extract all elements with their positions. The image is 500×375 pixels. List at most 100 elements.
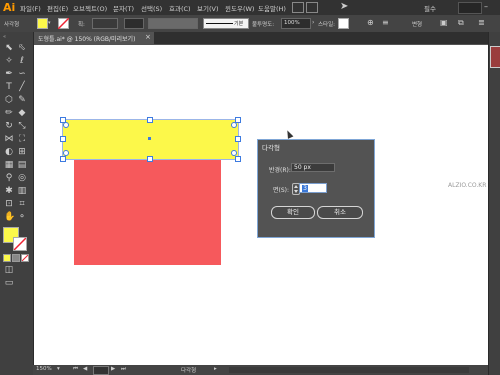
slice-tool-icon[interactable]: ⌗ (17, 199, 27, 209)
stroke-weight-dropdown[interactable] (92, 18, 118, 29)
eyedropper-tool-icon[interactable]: ⚲ (4, 173, 14, 183)
selection-handle-br[interactable] (235, 156, 241, 162)
menu-help[interactable]: 도움말(H) (258, 3, 286, 13)
hand-tool-icon[interactable]: ✋ (4, 212, 15, 222)
selection-handle-bc[interactable] (147, 156, 153, 162)
draw-normal-icon[interactable]: ◫ (4, 265, 14, 275)
width-tool-icon[interactable]: ⋈ (4, 134, 14, 144)
send-icon[interactable]: ➤ (340, 1, 348, 12)
free-transform-tool-icon[interactable]: ⛶ (17, 134, 27, 144)
selection-type-label: 사각형 (4, 22, 20, 28)
menu-type[interactable]: 문자(T) (113, 3, 134, 13)
color-mode-icon[interactable] (3, 254, 11, 262)
corner-widget-br[interactable] (231, 150, 237, 156)
opacity-field[interactable]: 100% (281, 18, 311, 29)
gradient-mode-icon[interactable] (12, 254, 20, 262)
align-icon[interactable]: ≡ (382, 18, 389, 27)
menu-edit[interactable]: 편집(E) (47, 3, 68, 13)
magic-wand-tool-icon[interactable]: ✧ (4, 56, 14, 66)
menu-window[interactable]: 윈도우(W) (225, 3, 254, 13)
ok-button[interactable]: 확인 (271, 206, 315, 219)
isolate-icon[interactable]: ▣ (440, 18, 448, 27)
chevron-right-icon[interactable]: › (312, 19, 314, 26)
scale-tool-icon[interactable]: ⤡ (17, 121, 27, 131)
bridge-icon[interactable] (292, 2, 304, 13)
arrange-documents-icon[interactable] (306, 2, 318, 13)
panel-menu-icon[interactable]: ≣ (478, 18, 485, 27)
eraser-tool-icon[interactable]: ◆ (17, 108, 27, 118)
no-stroke-icon (58, 18, 69, 29)
close-icon[interactable]: × (145, 33, 151, 41)
selection-handle-mr[interactable] (235, 136, 241, 142)
curvature-tool-icon[interactable]: ∽ (17, 69, 27, 79)
sides-value: 3 (302, 185, 308, 192)
navigator-thumbnail[interactable] (490, 46, 500, 68)
stroke-profile-dropdown[interactable]: 기본 (203, 18, 249, 29)
menu-file[interactable]: 파일(F) (20, 3, 41, 13)
symbol-sprayer-tool-icon[interactable]: ✱ (4, 186, 14, 196)
corner-widget-tl[interactable] (63, 122, 69, 128)
search-stock-field[interactable] (458, 2, 482, 14)
shape-builder-tool-icon[interactable]: ◐ (4, 147, 14, 157)
next-artboard-icon[interactable]: ▶ (111, 366, 115, 372)
transform-label[interactable]: 변형 (412, 20, 422, 28)
variable-width-dropdown[interactable] (124, 18, 144, 29)
paintbrush-tool-icon[interactable]: ✎ (17, 95, 27, 105)
selection-handle-bl[interactable] (60, 156, 66, 162)
blend-tool-icon[interactable]: ◎ (17, 173, 27, 183)
chevron-down-icon[interactable]: ▾ (57, 366, 60, 372)
selection-handle-tc[interactable] (147, 117, 153, 123)
menu-bar: Ai 파일(F) 편집(E) 오브젝트(O) 문자(T) 선택(S) 효과(C)… (0, 0, 500, 15)
red-rectangle[interactable] (74, 159, 221, 265)
selection-tool-icon[interactable]: ⬉ (4, 43, 14, 53)
brush-definition-field[interactable] (148, 18, 198, 29)
menu-effect[interactable]: 효과(C) (169, 3, 191, 13)
artboard-tool-icon[interactable]: ⊡ (4, 199, 14, 209)
collapse-panel-icon[interactable]: « (3, 34, 6, 40)
center-point (148, 137, 151, 140)
pen-tool-icon[interactable]: ✒ (4, 69, 14, 79)
document-tab[interactable]: 도형틀.ai* @ 150% (RGB/미리보기) × (34, 32, 154, 44)
stroke-swatch[interactable] (13, 237, 27, 251)
menu-object[interactable]: 오브젝트(O) (73, 3, 107, 13)
prev-artboard-icon[interactable]: ◀ (83, 366, 87, 372)
menu-select[interactable]: 선택(S) (141, 3, 162, 13)
mesh-tool-icon[interactable]: ▦ (4, 160, 14, 170)
line-tool-icon[interactable]: ╱ (17, 82, 27, 92)
radius-field[interactable]: 50 px (291, 163, 335, 172)
cancel-button[interactable]: 취소 (317, 206, 363, 219)
polygon-tool-icon[interactable]: ⬡ (4, 95, 14, 105)
workspace-switcher[interactable]: 필수 (424, 3, 436, 13)
recolor-artwork-icon[interactable]: ⊕ (367, 18, 374, 27)
last-artboard-icon[interactable]: ⏭ (121, 366, 126, 373)
menu-view[interactable]: 보기(V) (197, 3, 218, 13)
corner-widget-tr[interactable] (231, 122, 237, 128)
corner-widget-bl[interactable] (63, 150, 69, 156)
zoom-level[interactable]: 150% (36, 366, 52, 372)
rotate-tool-icon[interactable]: ↻ (4, 121, 14, 131)
type-tool-icon[interactable]: T (4, 82, 14, 92)
lasso-tool-icon[interactable]: ℓ (17, 56, 27, 66)
fill-color-swatch[interactable] (37, 18, 48, 29)
selection-handle-ml[interactable] (60, 136, 66, 142)
screen-mode-icon[interactable]: ▭ (4, 278, 14, 288)
artboard-number-field[interactable] (93, 366, 109, 375)
chevron-right-icon[interactable]: ▸ (214, 366, 217, 372)
horizontal-scrollbar[interactable] (229, 367, 469, 373)
chevron-down-icon[interactable]: ▾ (48, 20, 51, 26)
none-mode-icon[interactable] (21, 254, 29, 262)
perspective-tool-icon[interactable]: ⊞ (17, 147, 27, 157)
gradient-tool-icon[interactable]: ▤ (17, 160, 27, 170)
zoom-tool-icon[interactable]: ⚬ (17, 212, 27, 222)
first-artboard-icon[interactable]: ⏮ (73, 366, 78, 373)
graphic-style-swatch[interactable] (338, 18, 349, 29)
graph-tool-icon[interactable]: ▥ (17, 186, 27, 196)
distribute-icon[interactable]: ⧉ (458, 18, 464, 28)
minimize-icon[interactable]: – (484, 2, 488, 11)
stroke-label: 획: (78, 22, 85, 28)
radius-label: 반경(R): (269, 167, 291, 174)
sides-field[interactable]: 3 (299, 183, 327, 193)
sides-label: 면(S): (273, 187, 290, 194)
direct-selection-tool-icon[interactable]: ⬁ (17, 43, 27, 53)
pencil-tool-icon[interactable]: ✏ (4, 108, 14, 118)
